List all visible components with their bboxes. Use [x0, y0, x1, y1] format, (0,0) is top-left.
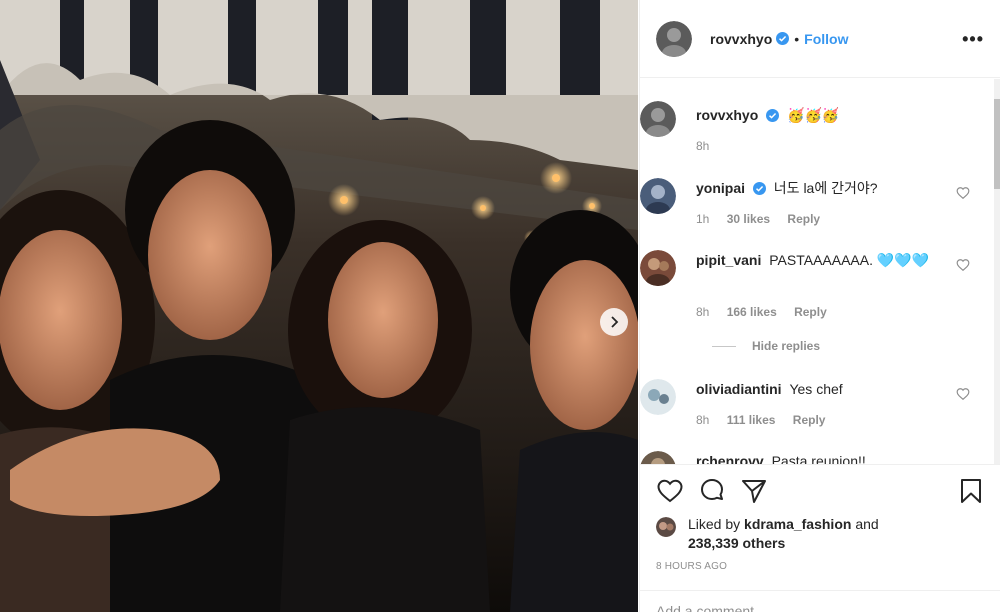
- comment-time: 1h: [696, 212, 710, 226]
- likes-summary: Liked by kdrama_fashion and 238,339 othe…: [656, 515, 986, 553]
- verified-badge-icon: [776, 32, 790, 45]
- caption-username[interactable]: rovvxhyo: [696, 107, 758, 123]
- author-avatar[interactable]: [656, 20, 692, 57]
- heart-icon[interactable]: [956, 258, 970, 272]
- author-avatar[interactable]: [640, 101, 676, 137]
- next-photo-button[interactable]: [600, 308, 628, 336]
- post-actions: Liked by kdrama_fashion and 238,339 othe…: [640, 464, 1000, 612]
- hide-replies-button[interactable]: Hide replies: [712, 339, 820, 353]
- comment-likes[interactable]: 166 likes: [727, 305, 777, 319]
- comments-list[interactable]: rovvxhyo 🥳🥳🥳 8h yonipai 너도 la에 간거야? 1h 3…: [640, 79, 994, 464]
- caption-time: 8h: [696, 139, 710, 153]
- liker-avatar[interactable]: [656, 517, 676, 537]
- comment-username[interactable]: oliviadiantini: [696, 381, 782, 397]
- hide-replies-label: Hide replies: [752, 339, 821, 353]
- commenter-avatar[interactable]: [640, 451, 676, 464]
- verified-badge-icon: [766, 109, 780, 122]
- liked-by-and: and: [855, 516, 879, 532]
- post-side-panel: rovvxhyo • Follow ••• rovvxhyo 🥳🥳🥳 8h yo…: [639, 0, 1000, 612]
- comment-time: 8h: [696, 413, 710, 427]
- comment-likes[interactable]: 30 likes: [727, 212, 770, 226]
- comment-username[interactable]: yonipai: [696, 180, 745, 196]
- commenter-avatar[interactable]: [640, 379, 676, 415]
- reply-button[interactable]: Reply: [794, 305, 827, 319]
- author-username[interactable]: rovvxhyo: [710, 31, 772, 47]
- commenter-avatar[interactable]: [640, 250, 676, 286]
- share-icon[interactable]: [740, 477, 768, 505]
- follow-button[interactable]: Follow: [804, 31, 848, 47]
- more-options-icon[interactable]: •••: [962, 30, 984, 48]
- separator-dot: •: [794, 30, 800, 47]
- comment-time: 8h: [696, 305, 710, 319]
- comment-text: 너도 la에 간거야?: [773, 180, 878, 196]
- verified-badge-icon: [752, 182, 766, 195]
- heart-icon[interactable]: [656, 477, 684, 505]
- action-icons: [656, 477, 985, 507]
- bookmark-icon[interactable]: [957, 477, 985, 505]
- post-timestamp[interactable]: 8 HOURS AGO: [656, 561, 727, 572]
- group-selfie-image: [0, 0, 638, 612]
- comment-text: Pasta reunion!!: [771, 453, 866, 464]
- comment-icon[interactable]: [698, 477, 726, 505]
- reply-button[interactable]: Reply: [787, 212, 820, 226]
- divider-line: [712, 345, 736, 347]
- heart-icon[interactable]: [956, 186, 970, 200]
- comment-text: Yes chef: [789, 381, 843, 397]
- comments-scrollbar[interactable]: [994, 79, 1000, 464]
- comment-text: PASTAAAAAAA. 🩵🩵🩵: [769, 252, 930, 268]
- comment-likes[interactable]: 111 likes: [727, 413, 776, 427]
- comment-username[interactable]: rchenrovv: [696, 453, 764, 464]
- liked-by-prefix: Liked by: [688, 516, 741, 532]
- scrollbar-thumb[interactable]: [994, 99, 1000, 189]
- reply-button[interactable]: Reply: [793, 413, 826, 427]
- comment-username[interactable]: pipit_vani: [696, 252, 761, 268]
- add-comment-input[interactable]: Add a comment...: [640, 590, 1000, 612]
- chevron-right-icon: [611, 316, 619, 328]
- liked-by-user[interactable]: kdrama_fashion: [744, 516, 851, 532]
- commenter-avatar[interactable]: [640, 178, 676, 214]
- likes-count[interactable]: 238,339 others: [688, 535, 785, 551]
- caption-text: 🥳🥳🥳: [787, 107, 840, 123]
- post-header: rovvxhyo • Follow •••: [640, 0, 1000, 78]
- heart-icon[interactable]: [956, 387, 970, 401]
- post-photo[interactable]: [0, 0, 638, 612]
